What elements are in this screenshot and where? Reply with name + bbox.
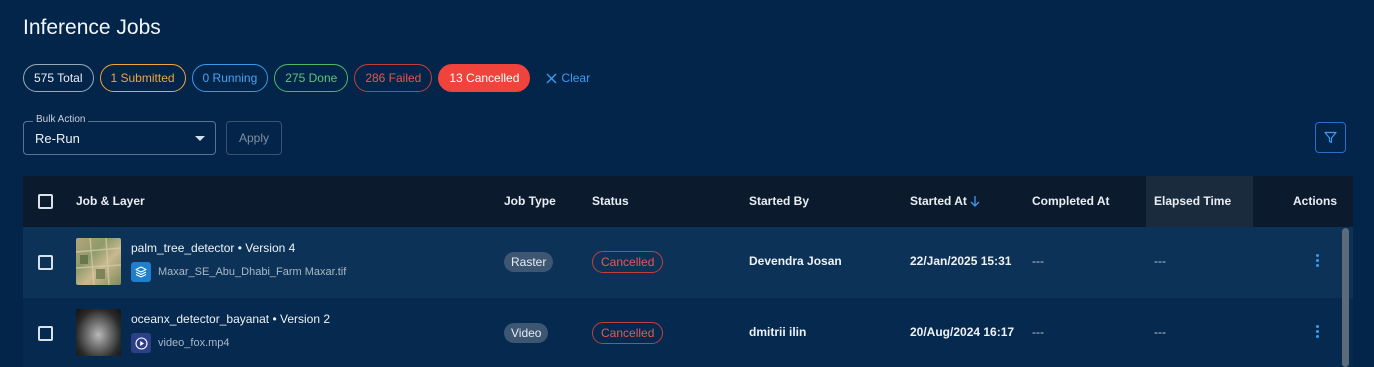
completed-at: --- [1032,254,1044,268]
select-all-checkbox[interactable] [38,194,53,209]
page-title: Inference Jobs [23,16,161,39]
completed-at: --- [1032,325,1044,339]
layer-thumbnail [76,309,121,356]
job-name[interactable]: oceanx_detector_bayanat • Version 2 [131,312,330,326]
col-job-type[interactable]: Job Type [504,176,556,227]
col-completed-at[interactable]: Completed At [1032,176,1110,227]
status-badge: Cancelled [592,251,664,273]
bulk-action-select[interactable]: Bulk Action Re-Run [23,114,216,155]
table-header: Job & Layer Job Type Status Started By S… [23,176,1353,227]
col-elapsed-time[interactable]: Elapsed Time [1154,176,1231,227]
chip-cancelled[interactable]: 13 Cancelled [438,64,531,92]
col-actions: Actions [1293,194,1338,208]
started-by: Devendra Josan [749,254,842,268]
bulk-action-label: Bulk Action [33,114,89,125]
started-by: dmitrii ilin [749,325,807,339]
more-actions-icon[interactable] [1316,325,1320,338]
clear-filters-button[interactable]: Clear [546,71,590,85]
chip-done[interactable]: 275 Done [274,64,349,92]
stack-icon [131,262,151,282]
elapsed-time: --- [1154,254,1166,268]
layer-name[interactable]: Maxar_SE_Abu_Dhabi_Farm Maxar.tif [158,266,346,278]
chip-submitted[interactable]: 1 Submitted [99,64,186,92]
col-started-by[interactable]: Started By [749,176,809,227]
caret-down-icon [195,136,205,141]
play-icon [131,333,151,353]
chip-running[interactable]: 0 Running [191,64,269,92]
status-badge: Cancelled [592,322,664,344]
started-at: 22/Jan/2025 15:31 [910,254,1012,268]
job-type-badge: Video [504,323,549,343]
col-started-at[interactable]: Started At [910,176,967,227]
row-checkbox[interactable] [38,326,53,341]
bulk-action-value: Re-Run [35,131,80,146]
layer-thumbnail [76,238,121,285]
apply-button[interactable]: Apply [226,121,282,155]
job-name[interactable]: palm_tree_detector • Version 4 [131,241,295,255]
table-row[interactable]: oceanx_detector_bayanat • Version 2 vide… [23,298,1353,367]
row-checkbox[interactable] [38,255,53,270]
col-status[interactable]: Status [592,176,629,227]
jobs-table: Job & Layer Job Type Status Started By S… [23,176,1353,367]
table-row[interactable]: palm_tree_detector • Version 4 Maxar_SE_… [23,227,1353,298]
close-icon [546,73,557,83]
status-filter-chips: 575 Total 1 Submitted 0 Running 275 Done… [23,64,590,92]
table-scrollbar[interactable] [1342,228,1349,367]
clear-filters-label: Clear [561,71,591,85]
job-type-badge: Raster [504,252,554,272]
chip-failed[interactable]: 286 Failed [354,64,433,92]
arrow-down-icon[interactable] [969,195,981,208]
filter-button[interactable] [1315,122,1346,153]
started-at: 20/Aug/2024 16:17 [910,325,1015,339]
filter-icon [1324,131,1337,144]
layer-name[interactable]: video_fox.mp4 [158,337,230,349]
chip-total[interactable]: 575 Total [23,64,94,92]
more-actions-icon[interactable] [1316,254,1320,267]
col-job-layer[interactable]: Job & Layer [76,176,145,227]
elapsed-time: --- [1154,325,1166,339]
